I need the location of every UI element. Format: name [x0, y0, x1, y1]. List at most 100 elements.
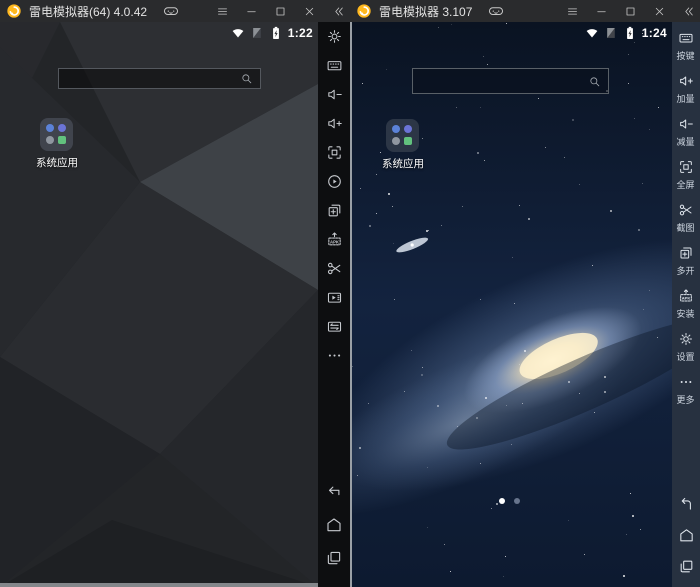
recents-icon	[678, 558, 695, 575]
nav-home-button[interactable]	[678, 527, 695, 544]
close-button[interactable]	[303, 5, 316, 18]
sidebar-volume-up-button[interactable]: 加量	[676, 73, 695, 105]
sidebar-ellipsis-button[interactable]: 更多	[676, 374, 695, 406]
sidebar-item-label: 按键	[677, 48, 695, 61]
menu-button[interactable]	[216, 5, 229, 18]
sidebar-swap-button[interactable]	[326, 318, 343, 335]
search-icon[interactable]	[588, 75, 601, 88]
search-input[interactable]	[66, 72, 240, 86]
left-window-title: 雷电模拟器(64) 4.0.42	[29, 3, 147, 20]
home-icon	[678, 527, 695, 544]
sidebar-multi-window-button[interactable]: 多开	[676, 245, 695, 277]
minimize-button[interactable]	[245, 5, 258, 18]
multi-window-icon	[678, 245, 694, 261]
sidebar-item-label: 设置	[677, 349, 695, 362]
sidebar-gear-button[interactable]: 设置	[676, 331, 695, 363]
collapse-sidebar-button[interactable]	[332, 5, 345, 18]
svg-text:APK: APK	[682, 296, 691, 301]
folder-label: 系统应用	[17, 155, 97, 170]
keyboard-icon	[678, 30, 694, 46]
nav-back-button[interactable]	[325, 483, 343, 501]
sidebar-item-label: 截图	[677, 220, 695, 233]
sidebar-multi-window-button[interactable]	[326, 202, 343, 219]
search-bar	[412, 68, 609, 94]
sidebar-ellipsis-button[interactable]	[326, 347, 343, 364]
sidebar-gear-button[interactable]	[326, 28, 343, 45]
back-icon	[325, 483, 343, 501]
battery-icon	[269, 26, 283, 40]
sidebar-record-button[interactable]	[326, 173, 343, 190]
sidebar-item-label: 多开	[677, 263, 695, 276]
nav-home-button[interactable]	[325, 516, 343, 534]
volume-up-icon	[326, 115, 343, 132]
folder-icon	[40, 118, 73, 151]
record-icon	[326, 173, 343, 190]
gamepad-icon[interactable]	[486, 3, 506, 19]
wifi-icon	[231, 26, 245, 40]
sidebar-apk-install-button[interactable]: APK安装	[676, 288, 695, 320]
folder-icon	[386, 119, 419, 152]
video-icon	[326, 289, 343, 306]
folder-label: 系统应用	[363, 156, 443, 171]
sidebar-volume-down-button[interactable]	[326, 86, 343, 103]
svg-text:APK: APK	[330, 239, 340, 244]
home-icon	[325, 516, 343, 534]
fullscreen-icon	[326, 144, 343, 161]
ldplayer-logo-icon	[356, 3, 372, 19]
sidebar-item-label: 更多	[677, 392, 695, 405]
emulator-window-4042: 雷电模拟器(64) 4.0.42	[0, 0, 350, 587]
left-status-bar: 1:22	[231, 26, 313, 40]
apk-install-icon: APK	[678, 288, 694, 304]
sidebar-keyboard-button[interactable]: 按键	[676, 30, 695, 62]
window-bottom-edge	[0, 583, 318, 587]
battery-icon	[623, 26, 637, 40]
page-dot-active	[499, 498, 505, 504]
maximize-button[interactable]	[274, 5, 287, 18]
menu-button[interactable]	[566, 5, 579, 18]
search-input[interactable]	[420, 74, 588, 88]
sidebar-scissors-button[interactable]	[326, 260, 343, 277]
volume-down-icon	[326, 86, 343, 103]
gear-icon	[326, 28, 343, 45]
right-android-nav	[678, 496, 695, 587]
keyboard-icon	[326, 57, 343, 74]
maximize-button[interactable]	[624, 5, 637, 18]
sidebar-apk-install-button[interactable]: APK	[326, 231, 343, 248]
scissors-icon	[326, 260, 343, 277]
sidebar-fullscreen-button[interactable]	[326, 144, 343, 161]
gear-icon	[678, 331, 694, 347]
sidebar-keyboard-button[interactable]	[326, 57, 343, 74]
volume-down-icon	[678, 116, 694, 132]
status-time: 1:24	[642, 26, 667, 40]
system-apps-folder[interactable]: 系统应用	[40, 118, 73, 151]
sidebar-item-label: 加量	[677, 91, 695, 104]
nav-recents-button[interactable]	[325, 549, 343, 567]
multi-window-icon	[326, 202, 343, 219]
system-apps-folder[interactable]: 系统应用	[386, 119, 419, 152]
sidebar-item-label: 减量	[677, 134, 695, 147]
sidebar-video-button[interactable]	[326, 289, 343, 306]
minimize-button[interactable]	[595, 5, 608, 18]
sidebar-fullscreen-button[interactable]: 全屏	[676, 159, 695, 191]
left-titlebar: 雷电模拟器(64) 4.0.42	[0, 0, 350, 22]
status-time: 1:22	[288, 26, 313, 40]
recents-icon	[325, 549, 343, 567]
close-button[interactable]	[653, 5, 666, 18]
gamepad-icon[interactable]	[161, 3, 181, 19]
sim-icon	[604, 26, 618, 40]
apk-install-icon: APK	[326, 231, 343, 248]
nav-recents-button[interactable]	[678, 558, 695, 575]
page-indicator	[499, 498, 520, 504]
ldplayer-logo-icon	[6, 3, 22, 19]
sidebar-volume-up-button[interactable]	[326, 115, 343, 132]
nav-back-curved-button[interactable]	[678, 496, 695, 513]
sidebar-volume-down-button[interactable]: 减量	[676, 116, 695, 148]
volume-up-icon	[678, 73, 694, 89]
collapse-sidebar-button[interactable]	[682, 5, 695, 18]
search-icon[interactable]	[240, 72, 253, 85]
android-screen-left: 1:22 系统应用	[0, 22, 318, 587]
right-status-bar: 1:24	[585, 26, 667, 40]
sidebar-scissors-button[interactable]: 截图	[676, 202, 695, 234]
swap-icon	[326, 318, 343, 335]
back-curved-icon	[678, 496, 695, 513]
